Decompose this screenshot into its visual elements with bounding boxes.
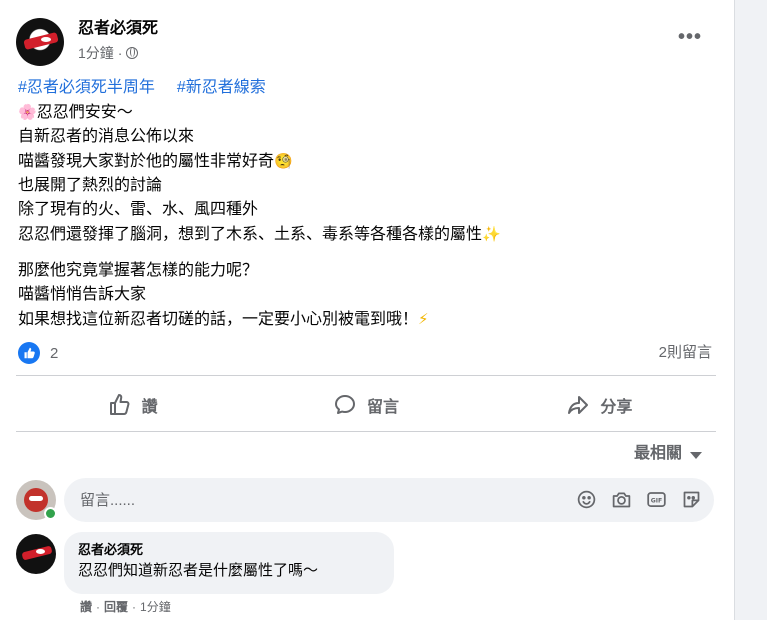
like-label: 讚 bbox=[141, 399, 158, 416]
comment-author[interactable]: 忍者必須死 bbox=[78, 541, 380, 558]
post-timestamp[interactable]: 1分鐘 bbox=[78, 44, 114, 62]
divider bbox=[16, 375, 716, 376]
flower-icon: 🌸 bbox=[18, 103, 37, 121]
hashtag-link[interactable]: #忍者必須死半周年 bbox=[18, 76, 155, 100]
post-line: 也展開了熱烈的討論 bbox=[18, 177, 163, 194]
post-line: 如果想找這位新忍者切磋的話，一定要小心別被電到哦！⚡ bbox=[18, 310, 429, 328]
page-avatar[interactable] bbox=[16, 18, 64, 66]
comment-text: 忍忍們知道新忍者是什麼屬性了嗎～ bbox=[78, 562, 319, 579]
comment-label: 留言 bbox=[366, 399, 399, 416]
caret-down-icon bbox=[690, 451, 703, 459]
comment-count-link[interactable]: 2則留言 bbox=[659, 341, 712, 365]
comment-sort-dropdown[interactable]: 最相關 bbox=[634, 443, 703, 465]
comment-input[interactable]: 留言...... GIF bbox=[64, 478, 714, 522]
post-line: 喵醬發現大家對於他的屬性非常好奇🧐 bbox=[18, 152, 293, 170]
post-line: 那麼他究竟掌握著怎樣的能力呢？ bbox=[18, 262, 259, 279]
comment-time[interactable]: 1分鐘 bbox=[140, 598, 171, 616]
post-line: 喵醬悄悄告訴大家 bbox=[18, 286, 147, 303]
avatar-eye bbox=[41, 37, 51, 42]
sparkle-icon: ✨ bbox=[482, 225, 501, 243]
post-author[interactable]: 忍者必須死 bbox=[78, 18, 158, 40]
curious-face-icon: 🧐 bbox=[274, 152, 293, 170]
thumbs-up-icon bbox=[109, 394, 130, 415]
post-line: 自新忍者的消息公佈以來 bbox=[18, 128, 195, 145]
comment-bubble-icon bbox=[334, 395, 355, 414]
post-meta: 1分鐘 · bbox=[78, 44, 139, 62]
reaction-count: 2 bbox=[50, 344, 59, 362]
online-status-dot bbox=[44, 507, 57, 520]
post-line: 除了現有的火、雷、水、風四種外 bbox=[18, 201, 259, 218]
like-reaction-icon bbox=[18, 342, 40, 364]
like-button[interactable]: 讚 bbox=[16, 383, 249, 427]
commenter-avatar[interactable] bbox=[16, 534, 56, 574]
meta-separator: · bbox=[117, 45, 123, 61]
comment-button[interactable]: 留言 bbox=[249, 383, 482, 427]
post-card: 忍者必須死 1分鐘 · ••• #忍者必須死半周年 #新忍者線索 🌸忍忍們安安～… bbox=[0, 0, 735, 620]
svg-text:GIF: GIF bbox=[651, 498, 662, 505]
background-strip bbox=[736, 0, 767, 620]
hashtag-row: #忍者必須死半周年 #新忍者線索 bbox=[18, 76, 718, 100]
composer-tools: GIF bbox=[576, 489, 702, 510]
camera-icon[interactable] bbox=[611, 489, 632, 510]
comment-reply-link[interactable]: 回覆 bbox=[104, 598, 128, 616]
comment-bubble: 忍者必須死 忍忍們知道新忍者是什麼屬性了嗎～ bbox=[64, 532, 394, 594]
more-options-button[interactable]: ••• bbox=[672, 27, 708, 52]
gif-icon[interactable]: GIF bbox=[646, 489, 667, 510]
share-label: 分享 bbox=[600, 399, 633, 416]
reaction-summary[interactable]: 2 bbox=[18, 341, 58, 365]
post-line: 🌸忍忍們安安～ bbox=[18, 103, 133, 121]
globe-icon bbox=[126, 47, 139, 59]
share-button[interactable]: 分享 bbox=[483, 383, 716, 427]
lightning-icon: ⚡ bbox=[418, 310, 429, 328]
share-arrow-icon bbox=[568, 396, 589, 414]
comment-like-link[interactable]: 讚 bbox=[80, 598, 92, 616]
divider bbox=[16, 431, 716, 432]
hashtag-link[interactable]: #新忍者線索 bbox=[177, 76, 266, 100]
post-line: 忍忍們還發揮了腦洞，想到了木系、土系、毒系等各種各樣的屬性✨ bbox=[18, 225, 501, 243]
sticker-icon[interactable] bbox=[681, 489, 702, 510]
action-bar: 讚 留言 分享 bbox=[16, 383, 716, 427]
comment-placeholder: 留言...... bbox=[80, 492, 136, 509]
comment-actions: 讚 · 回覆 · 1分鐘 bbox=[80, 598, 171, 616]
sort-label: 最相關 bbox=[634, 445, 683, 462]
emoji-icon[interactable] bbox=[576, 489, 597, 510]
post-body: #忍者必須死半周年 #新忍者線索 🌸忍忍們安安～ 自新忍者的消息公佈以來 喵醬發… bbox=[18, 76, 718, 332]
